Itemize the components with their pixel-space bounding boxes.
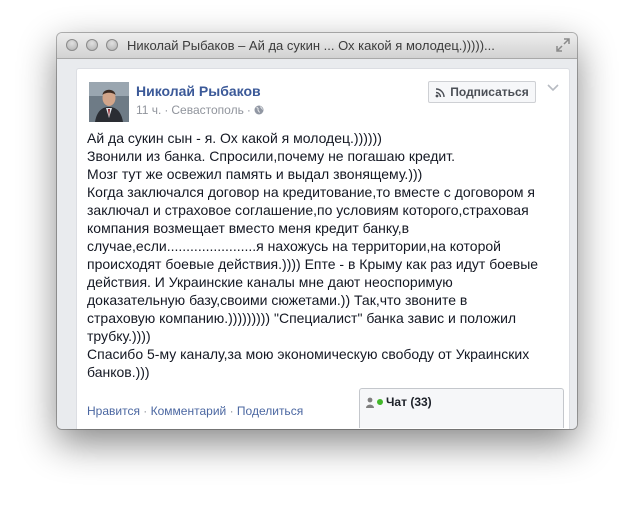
window-title: Николай Рыбаков – Ай да сукин ... Ох как… bbox=[127, 38, 495, 53]
browser-window: Николай Рыбаков – Ай да сукин ... Ох как… bbox=[57, 33, 577, 429]
subscribe-button[interactable]: Подписаться bbox=[428, 81, 536, 103]
post-line: Ай да сукин сын - я. Ох какой я молодец.… bbox=[87, 130, 382, 146]
action-separator: · bbox=[143, 404, 148, 418]
minimize-icon[interactable] bbox=[86, 39, 98, 51]
post-line: Когда заключался договор на кредитование… bbox=[87, 184, 535, 200]
post-text: Ай да сукин сын - я. Ох какой я молодец.… bbox=[87, 129, 557, 381]
avatar[interactable] bbox=[89, 82, 129, 122]
like-link[interactable]: Нравится bbox=[87, 404, 140, 418]
post-line: компания возмещает вместо меня кредит ба… bbox=[87, 220, 410, 236]
post-line: случае,если.......................я нахо… bbox=[87, 238, 501, 254]
post-line: Спасибо 5-му каналу,за мою экономическую… bbox=[87, 346, 530, 362]
post-line: происходят боевые действия.)))) Епте - в… bbox=[87, 256, 539, 272]
post-line: банков.))) bbox=[87, 364, 150, 380]
chat-label: Чат (33) bbox=[386, 395, 432, 409]
post-card: Николай Рыбаков 11 ч. · Севастополь · По… bbox=[76, 68, 570, 429]
subscribe-label: Подписаться bbox=[450, 85, 529, 99]
post-actions: Нравится · Комментарий · Поделиться bbox=[87, 404, 303, 418]
action-separator: · bbox=[229, 404, 234, 418]
post-meta: 11 ч. · Севастополь · bbox=[136, 103, 264, 117]
post-line: Мозг тут же освежил память и выдал звоня… bbox=[87, 166, 423, 182]
close-icon[interactable] bbox=[66, 39, 78, 51]
post-line: трубку.)))) bbox=[87, 328, 151, 344]
page-content: Николай Рыбаков 11 ч. · Севастополь · По… bbox=[57, 59, 577, 429]
chevron-down-icon[interactable] bbox=[547, 83, 559, 93]
post-line: действия. И Украинские каналы мне дают н… bbox=[87, 274, 453, 290]
meta-separator: · bbox=[246, 103, 251, 117]
post-line: Звонили из банка. Спросили,почему не пог… bbox=[87, 148, 455, 164]
share-link[interactable]: Поделиться bbox=[237, 404, 303, 418]
title-bar: Николай Рыбаков – Ай да сукин ... Ох как… bbox=[57, 33, 577, 59]
zoom-icon[interactable] bbox=[106, 39, 118, 51]
post-location[interactable]: Севастополь bbox=[171, 103, 243, 117]
author-name[interactable]: Николай Рыбаков bbox=[136, 83, 261, 99]
globe-icon bbox=[254, 105, 264, 115]
post-line: заключал и страховое соглашение,по услов… bbox=[87, 202, 529, 218]
post-line: доказательную базу,своими сюжетами.)) Та… bbox=[87, 292, 468, 308]
online-dot-icon bbox=[377, 399, 383, 405]
post-line: страховую компанию.))))))))) "Специалист… bbox=[87, 310, 517, 326]
person-icon bbox=[366, 397, 374, 408]
fullscreen-icon[interactable] bbox=[556, 38, 570, 52]
comment-link[interactable]: Комментарий bbox=[151, 404, 227, 418]
meta-separator: · bbox=[164, 103, 169, 117]
post-time[interactable]: 11 ч. bbox=[136, 103, 161, 117]
chat-header: Чат (33) bbox=[366, 395, 432, 409]
chat-tab[interactable]: Чат (33) bbox=[359, 388, 564, 428]
rss-icon bbox=[435, 87, 445, 97]
